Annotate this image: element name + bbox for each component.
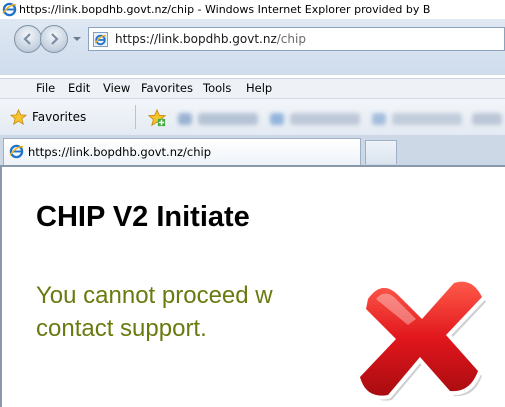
favorite-link[interactable] [472, 113, 502, 125]
recent-pages-dropdown-icon[interactable] [72, 35, 82, 43]
star-icon [10, 109, 27, 125]
favorite-link[interactable] [290, 113, 360, 125]
back-button[interactable] [14, 25, 42, 53]
window-title: https://link.bopdhb.govt.nz/chip - Windo… [19, 3, 431, 16]
page-content: CHIP V2 Initiate You cannot proceed w co… [0, 167, 505, 407]
page-title: CHIP V2 Initiate [36, 201, 250, 233]
favorite-link[interactable] [198, 113, 258, 125]
tab-chip[interactable]: https://link.bopdhb.govt.nz/chip [3, 138, 361, 165]
favorite-link[interactable] [392, 113, 462, 125]
favorites-button[interactable]: Favorites [3, 105, 136, 129]
favorite-link[interactable] [372, 113, 386, 125]
red-x-icon [356, 277, 486, 401]
ie-logo-icon [9, 144, 24, 159]
error-message-line: contact support. [36, 315, 207, 342]
back-arrow-icon [23, 33, 31, 45]
menu-file[interactable]: File [36, 79, 55, 98]
error-message: You cannot proceed w contact support. [36, 279, 273, 345]
menu-bar: File Edit View Favorites Tools Help [0, 78, 505, 98]
tab-label: https://link.bopdhb.govt.nz/chip [28, 145, 212, 159]
address-bar[interactable]: https://link.bopdhb.govt.nz/chip [88, 27, 505, 51]
menu-edit[interactable]: Edit [68, 79, 90, 98]
navigation-bar: https://link.bopdhb.govt.nz/chip [0, 19, 505, 75]
tab-row: https://link.bopdhb.govt.nz/chip [0, 135, 505, 165]
favorites-bar: Favorites [0, 98, 505, 135]
forward-arrow-icon [51, 33, 59, 45]
favorites-label: Favorites [32, 110, 87, 124]
ie-page-icon [93, 32, 108, 47]
window-titlebar: https://link.bopdhb.govt.nz/chip - Windo… [0, 0, 505, 19]
menu-help[interactable]: Help [246, 79, 272, 98]
address-url-path: /chip [276, 32, 306, 46]
add-to-favorites-icon[interactable] [148, 109, 166, 127]
error-message-line: You cannot proceed w [36, 282, 273, 309]
favorite-link[interactable] [178, 113, 192, 125]
address-url: https://link.bopdhb.govt.nz/chip [115, 28, 306, 50]
new-tab-button[interactable] [365, 140, 397, 164]
favorite-link[interactable] [270, 113, 284, 125]
menu-tools[interactable]: Tools [203, 79, 231, 98]
menu-view[interactable]: View [103, 79, 130, 98]
forward-button[interactable] [40, 25, 68, 53]
address-url-host: https://link.bopdhb.govt.nz [115, 32, 277, 46]
menu-favorites[interactable]: Favorites [141, 79, 193, 98]
ie-logo-icon [2, 2, 17, 17]
